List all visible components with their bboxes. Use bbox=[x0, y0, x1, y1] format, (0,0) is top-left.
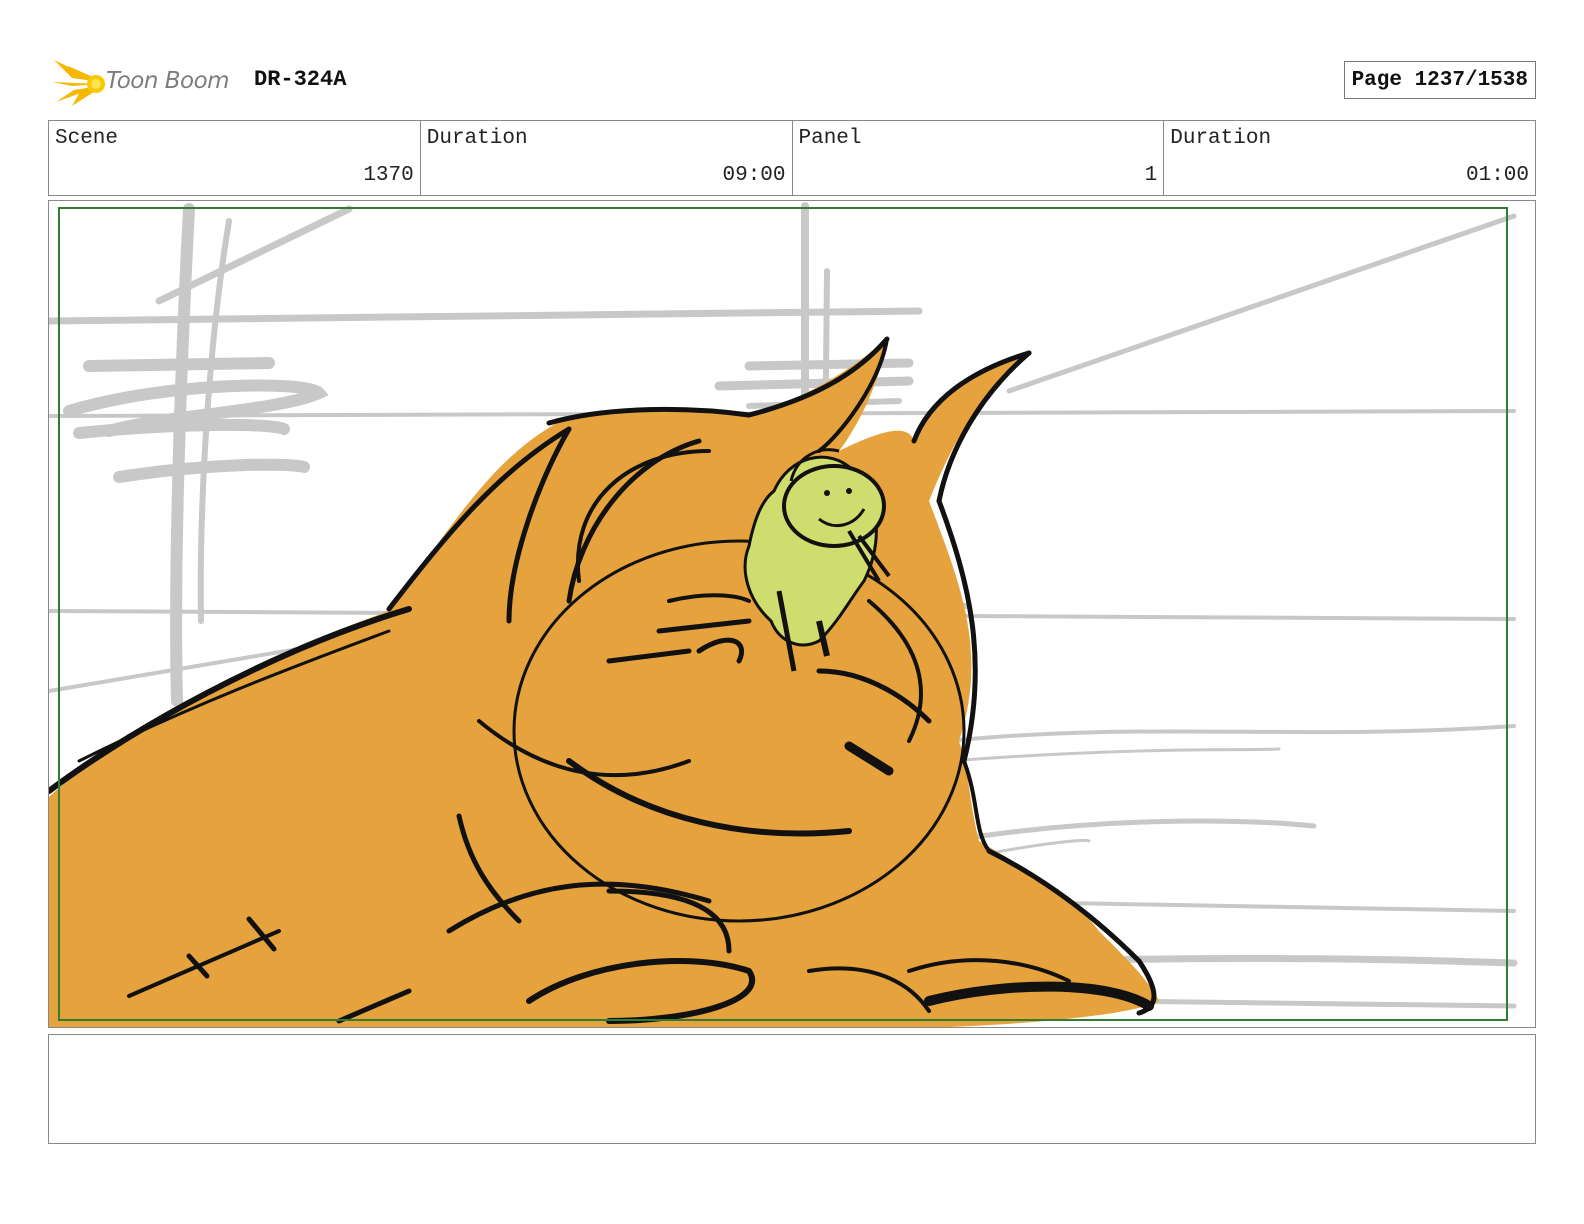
scene-duration-label: Duration bbox=[426, 127, 528, 150]
toon-boom-logo: Toon Boom bbox=[50, 56, 250, 108]
starburst-icon bbox=[52, 60, 105, 106]
panel-label: Panel bbox=[798, 127, 862, 150]
logo-wordmark: Toon Boom bbox=[106, 68, 230, 94]
creature-figure bbox=[49, 336, 1159, 1027]
production-code: DR-324A bbox=[254, 67, 347, 92]
panel-drawing bbox=[49, 202, 1518, 1027]
panel-cell: Panel 1 bbox=[793, 121, 1165, 195]
scene-info-table: Scene 1370 Duration 09:00 Panel 1 Durati… bbox=[48, 120, 1536, 196]
panel-duration-value: 01:00 bbox=[1465, 164, 1529, 187]
storyboard-panel bbox=[48, 200, 1536, 1028]
page-indicator: Page 1237/1538 bbox=[1343, 61, 1536, 99]
scene-cell: Scene 1370 bbox=[49, 121, 421, 195]
panel-duration-cell: Duration 01:00 bbox=[1164, 121, 1535, 195]
panel-value: 1 bbox=[1144, 164, 1158, 187]
scene-label: Scene bbox=[55, 127, 119, 150]
scene-value: 1370 bbox=[363, 164, 414, 187]
panel-duration-label: Duration bbox=[1170, 127, 1272, 150]
scene-duration-value: 09:00 bbox=[722, 164, 786, 187]
scene-duration-cell: Duration 09:00 bbox=[421, 121, 793, 195]
panel-notes-box[interactable] bbox=[48, 1034, 1536, 1144]
storyboard-header: Toon Boom DR-324A Page 1237/1538 bbox=[48, 52, 1536, 108]
